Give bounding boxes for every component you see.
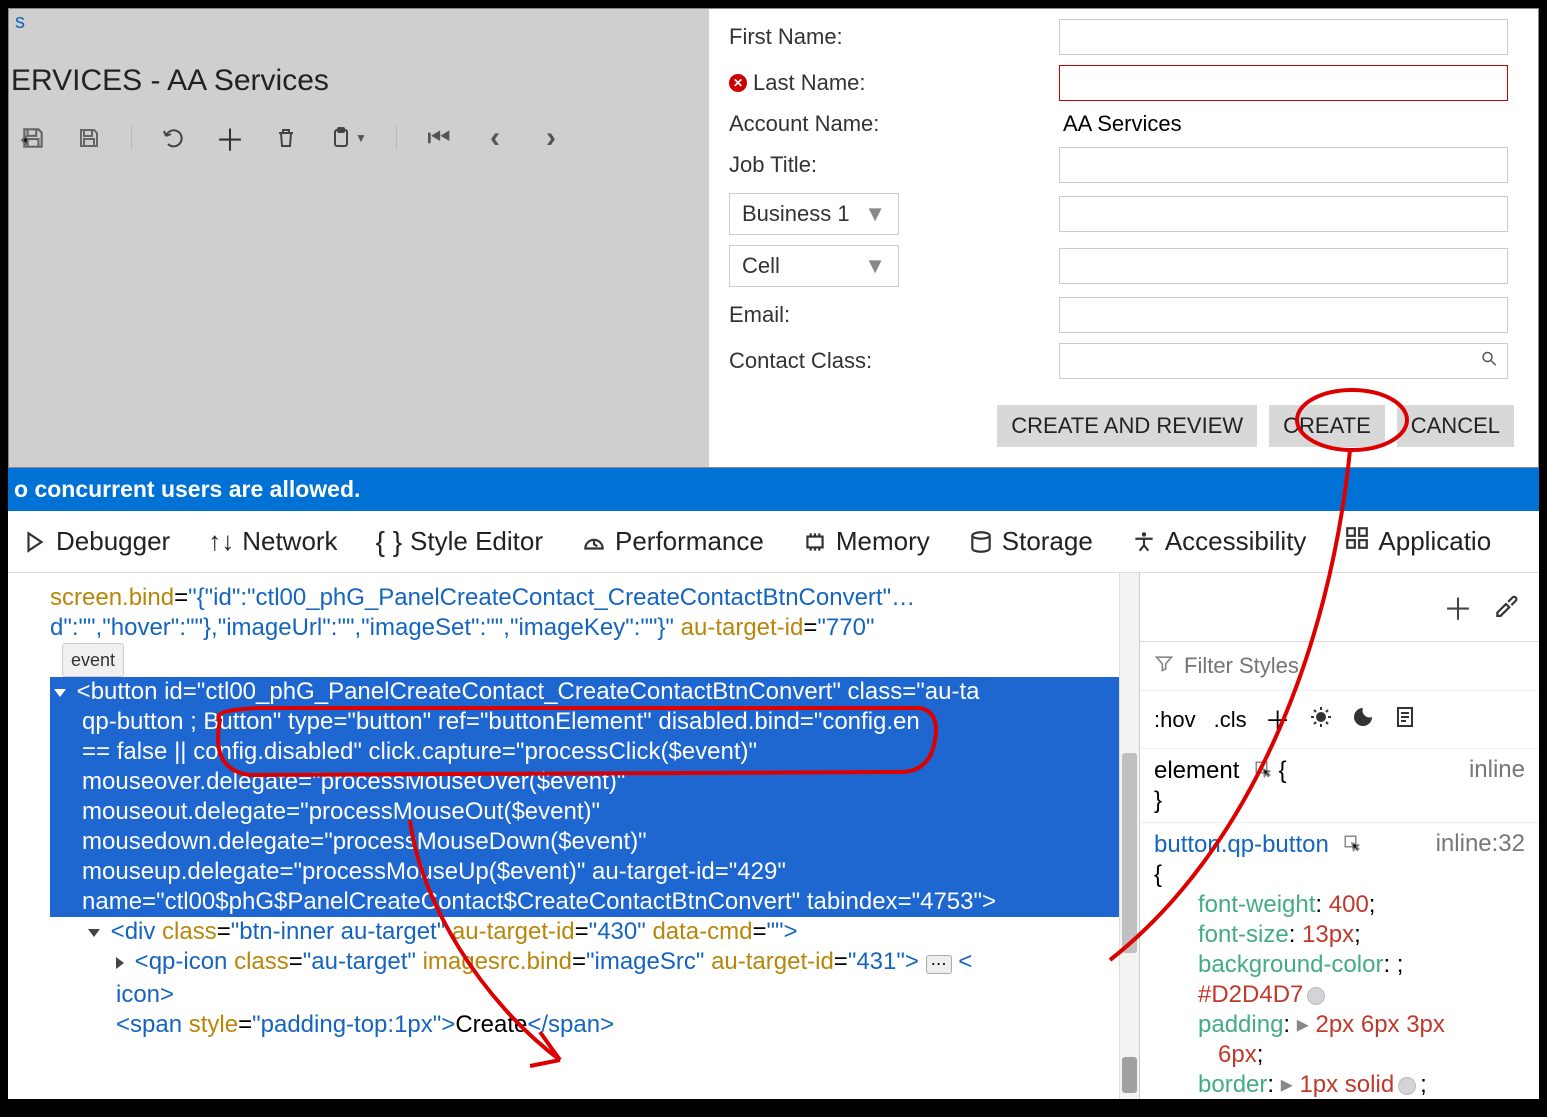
tab-application[interactable]: Applicatio	[1330, 521, 1505, 562]
dark-mode-icon[interactable]	[1351, 705, 1375, 735]
email-input[interactable]	[1059, 297, 1508, 333]
ellipsis-badge[interactable]: ⋯	[926, 955, 952, 974]
truncated-link: s	[9, 9, 709, 36]
last-name-input[interactable]	[1059, 65, 1508, 101]
filter-styles-input[interactable]	[1184, 653, 1525, 679]
hov-toggle[interactable]: :hov	[1154, 707, 1196, 733]
devtools: Debugger ↑↓ Network { } Style Editor Per…	[8, 511, 1539, 1099]
filter-icon	[1154, 652, 1174, 680]
clipboard-icon[interactable]: ▼	[328, 124, 368, 152]
chevron-down-icon: ▼	[864, 201, 886, 227]
light-mode-icon[interactable]	[1309, 705, 1333, 735]
html-inspector[interactable]: screen.bind="{"id":"ctl00_phG_PanelCreat…	[8, 573, 1119, 1099]
next-icon[interactable]: ›	[537, 124, 565, 152]
page-title: ERVICES - AA Services	[11, 64, 709, 98]
prev-icon[interactable]: ‹	[481, 124, 509, 152]
error-icon: ✕	[729, 74, 747, 92]
tab-network[interactable]: ↑↓ Network	[194, 522, 351, 561]
tab-accessibility[interactable]: Accessibility	[1117, 522, 1321, 561]
account-name-value: AA Services	[1059, 111, 1182, 137]
network-icon: ↑↓	[208, 526, 234, 557]
new-rule-icon[interactable]: ＋	[1443, 585, 1473, 629]
last-name-label: ✕ Last Name:	[729, 70, 1059, 96]
create-and-review-button[interactable]: CREATE AND REVIEW	[997, 405, 1257, 447]
phone2-input[interactable]	[1059, 248, 1508, 284]
tab-storage[interactable]: Storage	[954, 522, 1107, 561]
app-left-pane: s ERVICES - AA Services ＋	[9, 9, 709, 467]
account-name-label: Account Name:	[729, 111, 1059, 137]
eyedropper-icon[interactable]	[1493, 591, 1519, 624]
add-icon[interactable]: ＋	[216, 124, 244, 152]
email-label: Email:	[729, 302, 1059, 328]
delete-icon[interactable]	[272, 124, 300, 152]
tab-debugger[interactable]: Debugger	[8, 522, 184, 561]
tab-style-editor[interactable]: { } Style Editor	[362, 522, 557, 562]
print-icon[interactable]	[1393, 705, 1417, 735]
style-editor-icon: { }	[376, 526, 402, 558]
first-name-input[interactable]	[1059, 19, 1508, 55]
undo-icon[interactable]	[160, 124, 188, 152]
event-badge[interactable]: event	[62, 643, 124, 677]
styles-panel: ＋ :hov .cls ＋	[1139, 573, 1539, 1099]
phone1-type-select[interactable]: Business 1▼	[729, 193, 899, 235]
plus-icon[interactable]: ＋	[1265, 701, 1291, 738]
save-icon[interactable]	[75, 124, 103, 152]
inspect-icon[interactable]	[1254, 757, 1279, 784]
contact-class-input[interactable]	[1059, 343, 1508, 379]
toolbar: ＋ ▼ ⏮ ‹ ›	[9, 116, 709, 160]
phone2-type-select[interactable]: Cell▼	[729, 245, 899, 287]
selected-button-node[interactable]: <button id="ctl00_phG_PanelCreateContact…	[50, 677, 1119, 917]
tab-performance[interactable]: Performance	[567, 522, 778, 561]
contact-class-label: Contact Class:	[729, 348, 1059, 374]
create-button[interactable]: CREATE	[1269, 405, 1385, 447]
dialog-buttons: CREATE AND REVIEW CREATE CANCEL	[997, 405, 1514, 447]
cancel-button[interactable]: CANCEL	[1397, 405, 1514, 447]
license-warning-bar: o concurrent users are allowed.	[8, 468, 1539, 511]
job-title-input[interactable]	[1059, 147, 1508, 183]
application-icon	[1344, 525, 1370, 558]
create-contact-panel: First Name: ✕ Last Name: Account Name: A…	[709, 9, 1538, 467]
search-icon[interactable]	[1480, 350, 1498, 373]
save-close-icon[interactable]	[19, 124, 47, 152]
html-scrollbar[interactable]	[1119, 573, 1139, 1099]
job-title-label: Job Title:	[729, 152, 1059, 178]
phone1-input[interactable]	[1059, 196, 1508, 232]
first-icon[interactable]: ⏮	[425, 124, 453, 152]
first-name-label: First Name:	[729, 24, 1059, 50]
cls-toggle[interactable]: .cls	[1214, 707, 1247, 733]
devtools-tabs: Debugger ↑↓ Network { } Style Editor Per…	[8, 511, 1539, 573]
inspect-icon[interactable]	[1343, 831, 1361, 858]
tab-memory[interactable]: Memory	[788, 522, 944, 561]
chevron-down-icon: ▼	[864, 253, 886, 279]
